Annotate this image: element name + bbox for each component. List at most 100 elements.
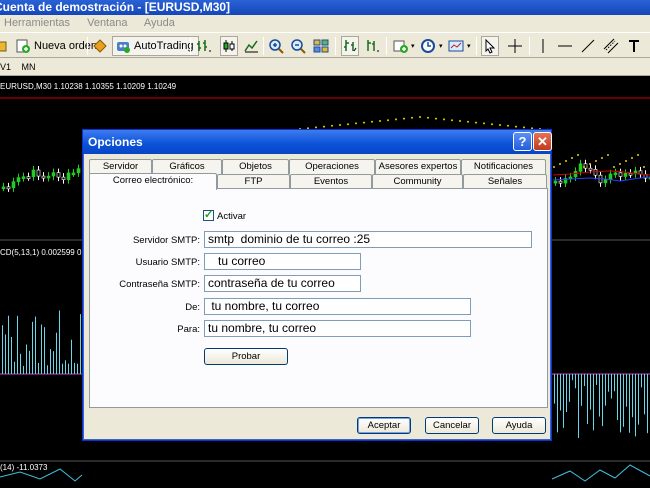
histogram-bar — [641, 374, 642, 388]
from-input[interactable]: tu nombre, tu correo — [204, 298, 471, 315]
histogram-bar — [554, 374, 555, 404]
chart-shift-button[interactable] — [364, 36, 380, 56]
enable-label: Activar — [217, 211, 247, 222]
cancel-button[interactable]: Cancelar — [425, 417, 479, 434]
tab-eventos[interactable]: Eventos — [290, 174, 372, 189]
zoom-out-button[interactable] — [290, 36, 306, 56]
sar-dot — [637, 154, 639, 156]
histogram-bar — [74, 362, 75, 374]
sar-dot — [491, 123, 493, 126]
histogram-bar — [638, 374, 639, 425]
to-input[interactable]: tu nombre, tu correo — [204, 320, 471, 337]
oscillator-info: (14) -11.0373 — [0, 463, 48, 472]
candle-body — [51, 172, 56, 177]
indicators-button[interactable]: ▾ — [392, 36, 415, 56]
histogram-bar — [23, 365, 24, 374]
autotrading-button[interactable]: AutoTrading — [112, 36, 199, 56]
tab-operaciones[interactable]: Operaciones — [289, 159, 375, 174]
menu-ayuda[interactable]: Ayuda — [144, 17, 175, 29]
horizontal-line-tool-button[interactable] — [557, 36, 573, 56]
new-order-button[interactable]: Nueva orden — [15, 36, 97, 56]
close-icon[interactable]: ✕ — [533, 132, 552, 151]
tab-asesores-expertos[interactable]: Asesores expertos — [375, 159, 461, 174]
histogram-bar — [596, 374, 597, 385]
text-tool-button[interactable] — [626, 36, 642, 56]
tile-windows-button[interactable] — [313, 36, 329, 56]
histogram-left — [2, 310, 81, 374]
histogram-bar — [563, 374, 564, 428]
templates-button[interactable]: ▾ — [448, 36, 471, 56]
histogram-bar — [68, 363, 69, 374]
histogram-bar — [65, 360, 66, 374]
smtp-server-input[interactable]: smtp dominio de tu correo :25 — [204, 231, 532, 248]
bar-chart-button[interactable] — [196, 36, 212, 56]
tab-community[interactable]: Community — [372, 174, 463, 189]
candle-body — [56, 172, 61, 178]
histogram-bar — [5, 334, 6, 374]
chart-shift-icon — [367, 40, 379, 52]
histogram-bar — [71, 339, 72, 374]
smtp-user-input[interactable]: tu correo — [204, 253, 361, 270]
help-icon[interactable]: ? — [513, 132, 532, 151]
histogram-bar — [38, 362, 39, 374]
trendline-icon — [581, 39, 595, 53]
histogram-bar — [26, 344, 27, 374]
help-button[interactable]: Ayuda — [492, 417, 546, 434]
new-order-icon — [16, 39, 30, 53]
candle-chart-button[interactable] — [220, 36, 238, 56]
line-chart-button[interactable] — [243, 36, 259, 56]
sar-dot — [571, 157, 573, 159]
histogram-bar — [8, 315, 9, 374]
sar-dot — [499, 124, 501, 126]
histogram-bar — [605, 374, 606, 406]
sar-dot — [355, 122, 357, 125]
timeframe-bar: V1 MN — [0, 58, 650, 76]
tile-windows-icon — [313, 39, 329, 53]
timeframe-mn[interactable]: MN — [22, 62, 36, 72]
timeframe-w1[interactable]: V1 — [0, 62, 11, 72]
histogram-bar — [560, 374, 561, 411]
candle-body — [603, 179, 608, 184]
periods-button[interactable]: ▾ — [420, 36, 443, 56]
market-watch-button[interactable] — [92, 36, 108, 56]
ok-button[interactable]: Aceptar — [357, 417, 411, 434]
tab-correo-electronico[interactable]: Correo electrónico: — [89, 173, 217, 190]
enable-checkbox[interactable] — [203, 208, 214, 221]
tab-notificaciones[interactable]: Notificaciones — [461, 159, 546, 174]
horizontal-line-icon — [558, 45, 572, 47]
candle-body — [623, 172, 628, 177]
tab-servidor[interactable]: Servidor — [89, 159, 152, 174]
cursor-tool-button[interactable] — [481, 36, 499, 56]
sar-dot — [443, 118, 445, 121]
tab-objetos[interactable]: Objetos — [222, 159, 289, 174]
vertical-line-tool-button[interactable] — [535, 36, 551, 56]
chart-window-icon[interactable] — [0, 38, 16, 54]
histogram-bar — [623, 374, 624, 427]
histogram-bar — [569, 374, 570, 402]
menu-ventana[interactable]: Ventana — [87, 17, 127, 29]
test-button[interactable]: Probar — [204, 348, 288, 365]
candles-left — [1, 164, 81, 192]
channel-tool-button[interactable] — [603, 36, 619, 56]
autoscroll-button[interactable] — [341, 36, 359, 56]
sar-dot — [467, 120, 469, 123]
tab-graficos[interactable]: Gráficos — [152, 159, 222, 174]
zoom-in-button[interactable] — [268, 36, 284, 56]
toolbar-separator — [335, 37, 336, 55]
histogram-bar — [62, 363, 63, 374]
tab-ftp[interactable]: FTP — [217, 174, 290, 189]
histogram-bar — [59, 310, 60, 374]
sar-dot — [363, 121, 365, 124]
candle-body — [628, 172, 633, 176]
trendline-tool-button[interactable] — [580, 36, 596, 56]
bar-chart-icon — [197, 40, 211, 52]
sar-dot — [331, 124, 333, 127]
tab-senales[interactable]: Señales — [463, 174, 547, 189]
crosshair-tool-button[interactable] — [507, 36, 523, 56]
templates-icon — [448, 40, 464, 52]
candle-body — [66, 172, 71, 180]
menu-herramientas[interactable]: Herramientas — [4, 17, 70, 29]
sar-dot — [577, 154, 579, 156]
histogram-bar — [578, 374, 579, 438]
smtp-password-input[interactable]: contraseña de tu correo — [204, 275, 361, 292]
